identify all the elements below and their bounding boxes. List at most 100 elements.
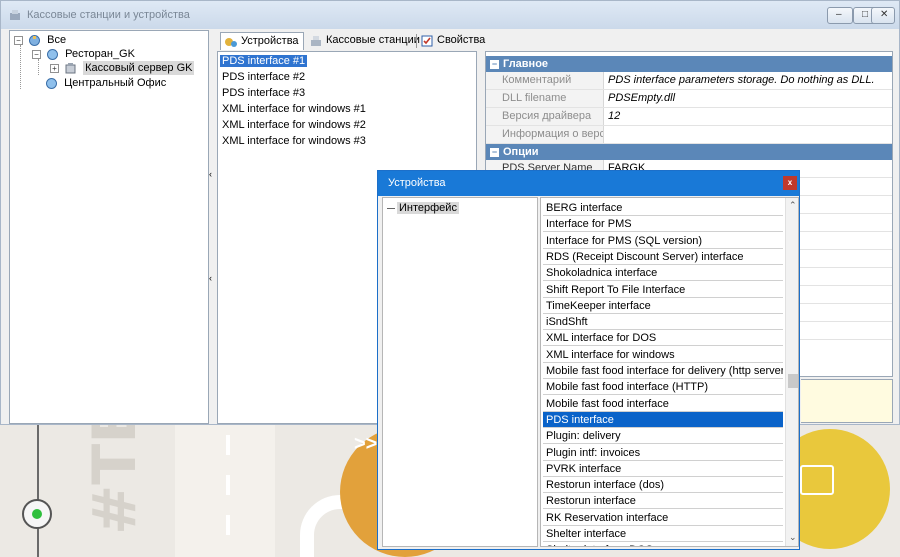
background-road — [175, 425, 275, 557]
list-item[interactable]: XML interface for windows #1 — [222, 102, 366, 117]
splitter-left-arrow[interactable]: ‹ — [209, 273, 212, 283]
maximize-icon: □ — [862, 9, 869, 20]
list-item[interactable]: XML interface for windows #2 — [222, 118, 366, 133]
collapse-icon[interactable]: − — [14, 35, 23, 45]
stations-tree[interactable]: − Все − Ресторан_GK + Кассовый сервер GK… — [9, 30, 209, 424]
dialog-category-tree[interactable]: Интерфейс — [382, 197, 538, 547]
dialog-title: Устройства — [378, 171, 799, 196]
list-item[interactable]: Interface for PMS (SQL version) — [543, 233, 783, 249]
timeline-dot — [22, 499, 52, 529]
cash-station-icon — [311, 36, 321, 46]
list-item[interactable]: Shift Report To File Interface — [543, 282, 783, 298]
properties-icon — [421, 35, 433, 47]
tab-label: Свойства — [437, 34, 486, 46]
tree-node-label: Интерфейс — [397, 202, 459, 214]
tab-label: Кассовые станции — [326, 34, 420, 46]
list-item[interactable]: Mobile fast food interface for delivery … — [543, 363, 783, 379]
tree-node-label: Центральный Офис — [64, 77, 167, 90]
property-value[interactable]: PDS interface parameters storage. Do not… — [608, 72, 875, 89]
close-icon: ✕ — [880, 9, 889, 20]
property-description-panel — [801, 379, 893, 423]
devices-dialog: Устройства x Интерфейс BERG interface Int… — [377, 170, 800, 550]
window-title: Кассовые станции и устройства — [27, 9, 190, 21]
property-name: Версия драйвера — [486, 108, 604, 125]
tab-label: Устройства — [241, 35, 299, 47]
network-icon — [29, 34, 41, 46]
tree-node-central-office[interactable]: Центральный Офис — [32, 76, 166, 90]
list-item[interactable]: TimeKeeper interface — [543, 298, 783, 314]
close-button[interactable]: ✕ — [871, 7, 895, 24]
list-item[interactable]: RK Reservation interface — [543, 510, 783, 526]
title-bar: Кассовые станции и устройства ‒ □ ✕ — [1, 1, 899, 29]
list-item[interactable]: Plugin intf: invoices — [543, 445, 783, 461]
list-item[interactable]: iSndShft — [543, 314, 783, 331]
tree-node-label: Ресторан_GK — [65, 48, 135, 61]
list-item[interactable]: PDS interface #3 — [222, 86, 305, 101]
tab-cash-stations[interactable]: Кассовые станции — [306, 32, 424, 50]
list-item[interactable]: Mobile fast food interface (HTTP) — [543, 379, 783, 396]
road-dash — [226, 515, 230, 535]
list-item[interactable]: RDS (Receipt Discount Server) interface — [543, 249, 783, 265]
background-hashtag: #TEA — [80, 425, 150, 535]
property-value[interactable]: 12 — [608, 108, 620, 125]
tree-node-interface[interactable]: Интерфейс — [387, 202, 459, 214]
list-item[interactable]: Interface for PMS — [543, 216, 783, 233]
list-item[interactable]: XML interface for windows — [543, 347, 783, 363]
splitter-left-arrow[interactable]: ‹ — [209, 169, 212, 179]
tree-line — [38, 59, 39, 75]
list-item[interactable]: Shelter interface DOS — [543, 542, 783, 546]
property-value[interactable]: PDSEmpty.dll — [608, 90, 675, 107]
property-name: Информация о верси — [486, 126, 604, 143]
tree-node-label: Кассовый сервер GK — [83, 61, 195, 76]
server-icon — [65, 62, 76, 74]
minimize-button[interactable]: ‒ — [827, 7, 853, 24]
list-item[interactable]: PDS interface — [543, 411, 783, 428]
property-name: DLL filename — [486, 90, 604, 107]
tree-node-restaurant[interactable]: − Ресторан_GK — [32, 47, 135, 61]
list-item[interactable]: XML interface for windows #3 — [222, 134, 366, 149]
tree-line — [20, 45, 21, 89]
list-item[interactable]: BERG interface — [543, 200, 783, 216]
device-type-list[interactable]: BERG interface Interface for PMS Interface… — [540, 197, 799, 547]
road-dash — [226, 475, 230, 495]
list-item[interactable]: Shelter interface — [543, 526, 783, 542]
minimize-icon: ‒ — [836, 9, 842, 20]
list-item[interactable]: Plugin: delivery — [543, 428, 783, 445]
arrows-icon: >> — [354, 433, 378, 455]
scrollbar-thumb[interactable] — [788, 374, 798, 388]
road-dash — [226, 435, 230, 455]
list-item[interactable]: PDS interface #1 — [220, 54, 308, 69]
property-name: Комментарий — [486, 72, 604, 89]
cash-register-icon — [800, 465, 834, 495]
office-icon — [46, 77, 57, 89]
timeline-line — [37, 425, 39, 557]
list-item[interactable]: Restorun interface (dos) — [543, 477, 783, 494]
expand-icon[interactable]: + — [50, 63, 59, 73]
restaurant-icon — [47, 48, 59, 60]
property-row[interactable]: Комментарий PDS interface parameters sto… — [486, 72, 892, 90]
property-row[interactable]: Версия драйвера 12 — [486, 108, 892, 126]
devices-icon — [225, 38, 237, 47]
list-item[interactable]: Restorun interface — [543, 493, 783, 510]
tab-properties[interactable]: Свойства — [417, 32, 489, 50]
list-item[interactable]: PVRK interface — [543, 461, 783, 477]
dialog-close-button[interactable]: x — [783, 176, 797, 190]
vertical-scrollbar[interactable]: ⌃ ⌄ — [785, 198, 798, 546]
scroll-up-icon[interactable]: ⌃ — [789, 200, 797, 211]
collapse-icon[interactable]: − — [490, 59, 499, 69]
list-item[interactable]: Mobile fast food interface — [543, 396, 783, 412]
list-item[interactable]: XML interface for DOS — [543, 330, 783, 347]
property-row[interactable]: DLL filename PDSEmpty.dll — [486, 90, 892, 108]
tab-devices[interactable]: Устройства — [220, 32, 304, 50]
section-main[interactable]: − Главное — [486, 56, 892, 72]
app-icon — [10, 10, 20, 20]
property-row[interactable]: Информация о верси — [486, 126, 892, 144]
list-item[interactable]: PDS interface #2 — [222, 70, 305, 85]
tree-node-all[interactable]: − Все — [14, 33, 66, 47]
section-options[interactable]: − Опции — [486, 144, 892, 160]
tree-node-cash-server[interactable]: + Кассовый сервер GK — [50, 61, 195, 76]
scroll-down-icon[interactable]: ⌄ — [789, 532, 797, 543]
collapse-icon[interactable]: − — [32, 49, 41, 59]
collapse-icon[interactable]: − — [490, 147, 499, 157]
list-item[interactable]: Shokoladnica interface — [543, 265, 783, 282]
